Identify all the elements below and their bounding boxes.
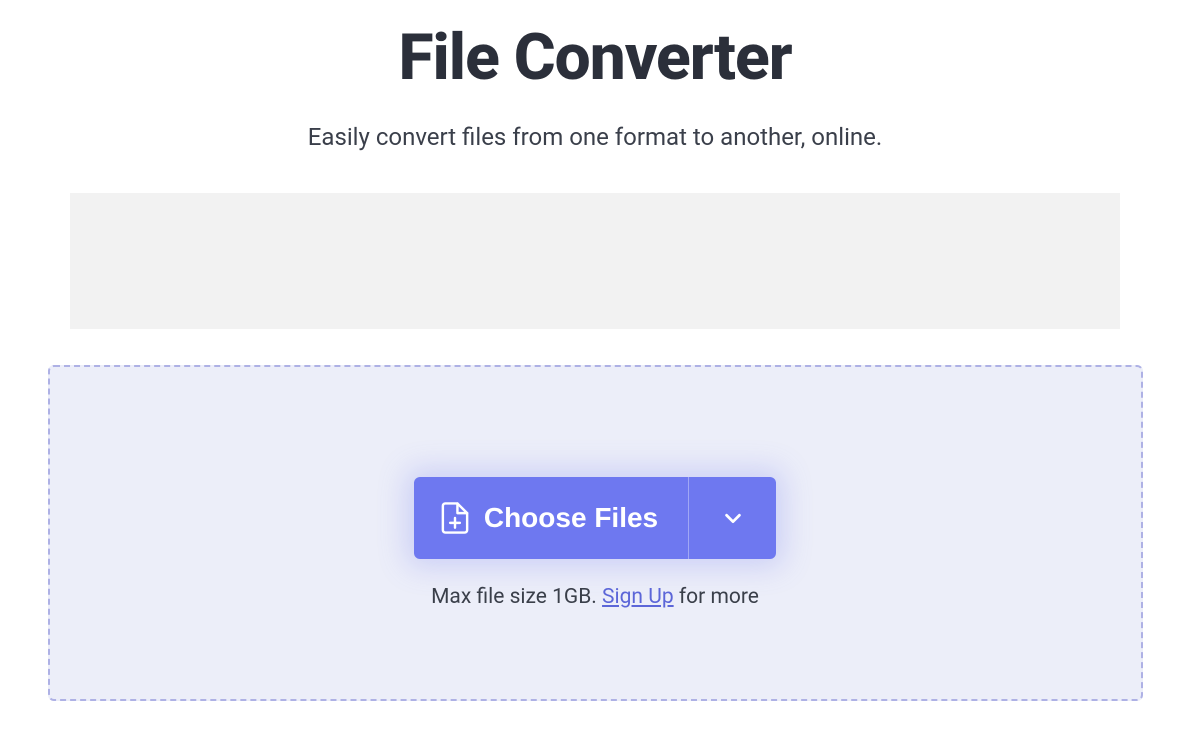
caption-prefix: Max file size 1GB. bbox=[431, 585, 602, 609]
choose-files-button[interactable]: Choose Files bbox=[414, 477, 688, 559]
page-subtitle: Easily convert files from one format to … bbox=[0, 123, 1190, 151]
file-dropzone[interactable]: Choose Files Max file size 1GB. Sign Up … bbox=[48, 365, 1143, 701]
page-container: File Converter Easily convert files from… bbox=[0, 20, 1190, 701]
file-add-icon bbox=[440, 501, 470, 535]
page-title: File Converter bbox=[0, 20, 1190, 95]
caption-suffix: for more bbox=[674, 585, 759, 609]
sign-up-link[interactable]: Sign Up bbox=[602, 585, 674, 609]
choose-files-dropdown-button[interactable] bbox=[688, 477, 776, 559]
choose-files-button-group: Choose Files bbox=[414, 477, 776, 559]
ad-slot bbox=[70, 193, 1120, 329]
choose-files-label: Choose Files bbox=[484, 502, 658, 534]
chevron-down-icon bbox=[722, 507, 744, 529]
file-size-caption: Max file size 1GB. Sign Up for more bbox=[50, 585, 1141, 609]
